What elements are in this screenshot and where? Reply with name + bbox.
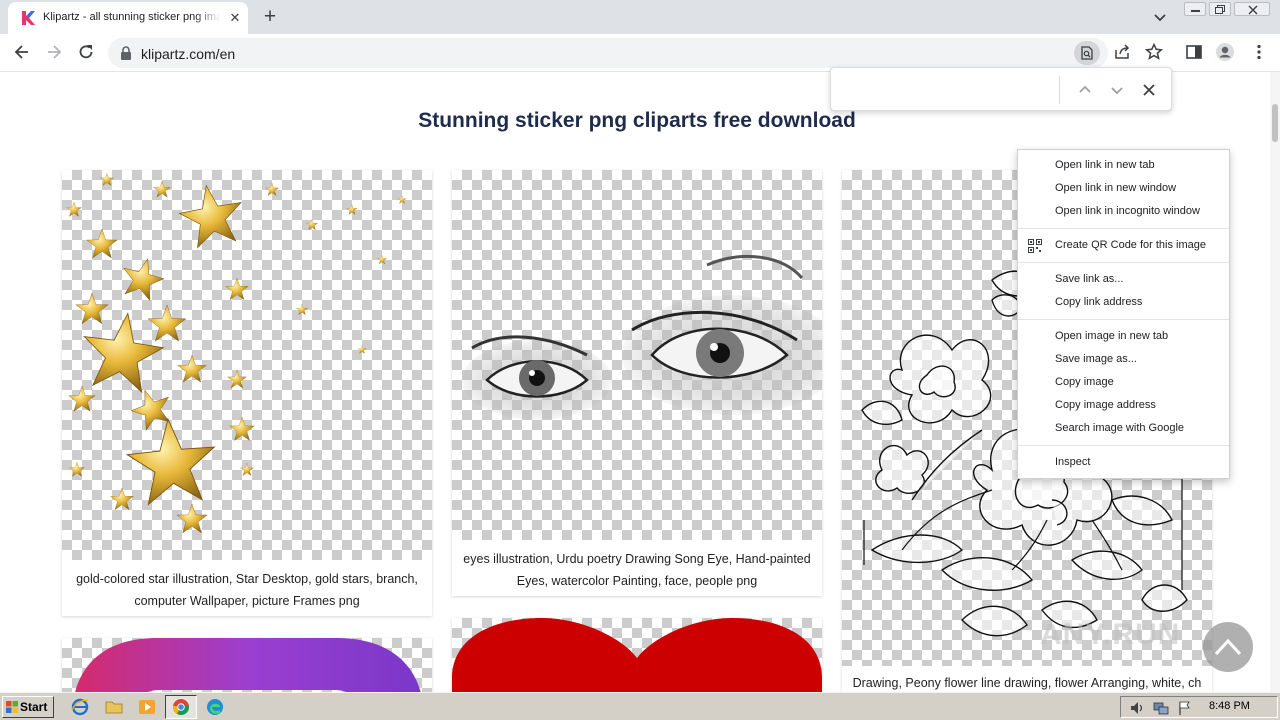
clipart-image-red-heart[interactable] — [452, 618, 822, 692]
anyrun-watermark: ANY.RUN — [1040, 618, 1181, 651]
eyes-illustration — [462, 254, 822, 420]
menu-separator — [1018, 319, 1229, 320]
menu-item-copy-image[interactable]: Copy image — [1018, 371, 1229, 394]
gold-stars-illustration — [65, 172, 407, 534]
tab-close-icon[interactable]: ✕ — [228, 11, 242, 25]
share-icon[interactable] — [1112, 42, 1132, 62]
clipart-image-gold-stars[interactable] — [62, 170, 432, 560]
url-text: klipartz.com/en — [141, 46, 236, 62]
menu-separator — [1018, 445, 1229, 446]
restore-window-button[interactable] — [1209, 2, 1231, 16]
flag-icon[interactable] — [1177, 700, 1193, 716]
find-separator — [1059, 76, 1060, 104]
clipart-caption[interactable]: eyes illustration, Urdu poetry Drawing S… — [452, 548, 822, 592]
find-input[interactable] — [841, 78, 1051, 102]
clipart-card-gold-stars[interactable]: gold-colored star illustration, Star Des… — [62, 170, 432, 616]
close-window-button[interactable] — [1234, 2, 1270, 16]
menu-item-create-qr-code[interactable]: Create QR Code for this image — [1018, 234, 1229, 257]
find-in-page-button[interactable] — [1074, 41, 1100, 65]
clipart-image-gradient-frame[interactable] — [62, 638, 432, 692]
find-bar — [830, 67, 1172, 111]
reload-icon[interactable] — [76, 42, 96, 62]
lock-icon — [121, 46, 131, 60]
menu-item-open-image-new-tab[interactable]: Open image in new tab — [1018, 325, 1229, 348]
windows-taskbar: Start 8:48 PM — [0, 692, 1280, 720]
chevron-down-icon[interactable] — [1107, 80, 1127, 100]
menu-item-label: Create QR Code for this image — [1055, 239, 1207, 251]
clipart-card-eyes[interactable]: eyes illustration, Urdu poetry Drawing S… — [452, 170, 822, 596]
chevron-up-icon — [1214, 638, 1242, 656]
close-window-icon — [1248, 5, 1258, 15]
page-scrollbar[interactable] — [1270, 72, 1280, 692]
start-button[interactable]: Start — [2, 696, 54, 718]
taskbar-chrome-active[interactable] — [165, 695, 197, 719]
internet-explorer-icon[interactable] — [71, 698, 89, 716]
clipart-card-gradient-frame[interactable] — [62, 638, 432, 692]
side-panel-icon[interactable] — [1184, 42, 1204, 62]
menu-separator — [1018, 228, 1229, 229]
clipart-caption[interactable]: gold-colored star illustration, Star Des… — [62, 568, 432, 612]
menu-item-open-link-incognito[interactable]: Open link in incognito window — [1018, 200, 1229, 223]
tab-search-chevron-icon[interactable] — [1152, 9, 1168, 25]
new-tab-button[interactable]: + — [258, 6, 282, 28]
media-player-icon[interactable] — [138, 698, 156, 716]
menu-item-open-link-new-tab[interactable]: Open link in new tab — [1018, 154, 1229, 177]
profile-avatar-icon[interactable] — [1215, 42, 1235, 62]
windows-logo-icon — [6, 701, 18, 713]
close-icon[interactable] — [1139, 80, 1159, 100]
minimize-window-button[interactable] — [1184, 2, 1206, 16]
system-tray: 8:48 PM — [1120, 696, 1278, 718]
clipart-card-red-heart[interactable] — [452, 618, 822, 692]
anyrun-badge — [1203, 622, 1253, 672]
browser-tab[interactable]: Klipartz - all stunning sticker png imag… — [8, 2, 248, 34]
bookmark-star-icon[interactable] — [1144, 42, 1164, 62]
menu-separator — [1018, 262, 1229, 263]
tab-title: Klipartz - all stunning sticker png imag… — [43, 11, 221, 23]
context-menu: Open link in new tab Open link in new wi… — [1017, 149, 1230, 479]
menu-item-inspect[interactable]: Inspect — [1018, 451, 1229, 474]
address-bar[interactable]: klipartz.com/en — [108, 38, 1108, 68]
red-heart-illustration — [452, 618, 822, 692]
menu-item-open-link-new-window[interactable]: Open link in new window — [1018, 177, 1229, 200]
chevron-up-icon[interactable] — [1075, 80, 1095, 100]
clipart-image-eyes[interactable] — [452, 170, 822, 540]
menu-item-search-image-google[interactable]: Search image with Google — [1018, 417, 1229, 440]
scrollbar-thumb[interactable] — [1272, 104, 1278, 142]
klipartz-favicon-icon — [22, 11, 35, 25]
network-icon[interactable] — [1153, 700, 1169, 716]
gradient-frame-illustration — [75, 638, 421, 692]
start-label: Start — [20, 700, 48, 714]
back-arrow-icon[interactable] — [12, 42, 32, 62]
taskbar-clock: 8:48 PM — [1209, 700, 1250, 712]
folder-icon[interactable] — [105, 698, 123, 716]
tab-strip: Klipartz - all stunning sticker png imag… — [0, 0, 1280, 34]
kebab-menu-icon[interactable] — [1249, 42, 1269, 62]
menu-item-copy-link-address[interactable]: Copy link address — [1018, 291, 1229, 314]
page-title: Stunning sticker png cliparts free downl… — [418, 109, 856, 132]
menu-item-copy-image-address[interactable]: Copy image address — [1018, 394, 1229, 417]
qr-code-icon — [1028, 239, 1042, 253]
chrome-icon — [172, 699, 190, 715]
clipart-caption[interactable]: Drawing, Peony flower line drawing, flow… — [842, 672, 1212, 692]
volume-icon[interactable] — [1129, 700, 1145, 716]
forward-arrow-icon[interactable] — [44, 42, 64, 62]
menu-item-save-image-as[interactable]: Save image as... — [1018, 348, 1229, 371]
find-in-page-icon — [1081, 46, 1093, 60]
menu-item-save-link-as[interactable]: Save link as... — [1018, 268, 1229, 291]
edge-icon[interactable] — [206, 698, 224, 716]
